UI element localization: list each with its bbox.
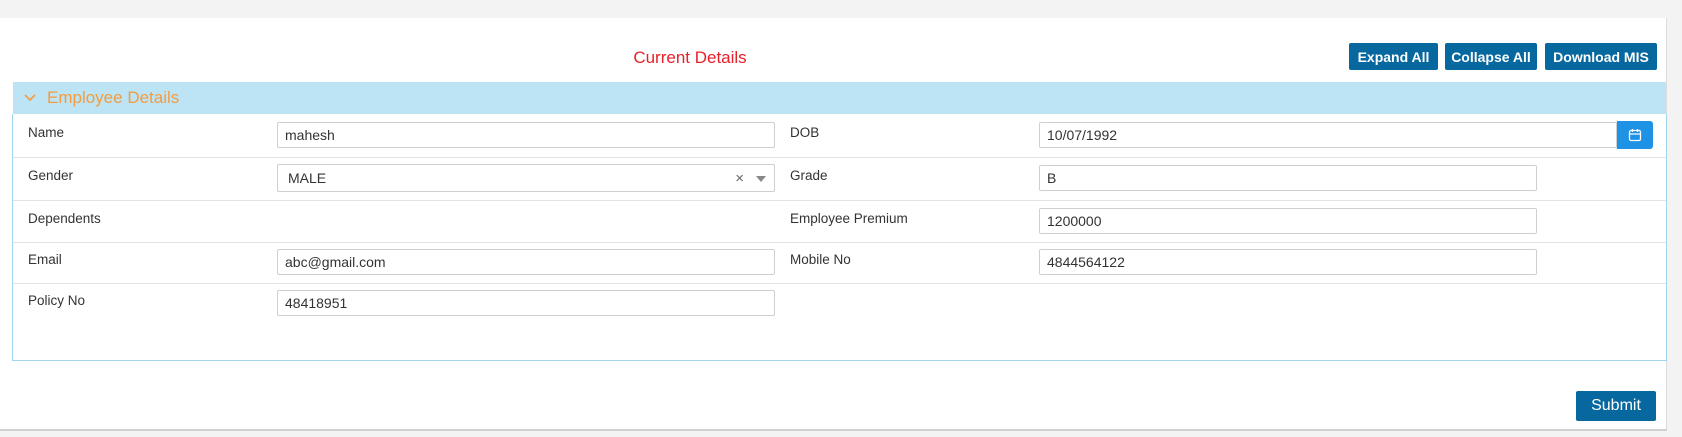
date-picker-button[interactable] (1617, 121, 1653, 149)
email-label: Email (28, 252, 62, 267)
employee-premium-label: Employee Premium (790, 211, 908, 226)
name-label: Name (28, 125, 65, 140)
accordion-title: Employee Details (47, 88, 180, 107)
form-row: Gender MALE × Grade B (13, 157, 1666, 201)
accordion-header-employee-details[interactable]: Employee Details (13, 82, 1666, 114)
dob-label: DOB (790, 125, 820, 140)
collapse-all-button[interactable]: Collapse All (1445, 43, 1537, 70)
form-row: Policy No 48418951 (13, 283, 1666, 325)
email-input[interactable]: abc@gmail.com (277, 249, 775, 275)
mobile-no-label: Mobile No (790, 252, 851, 267)
details-panel: Current Details Expand All Collapse All … (0, 18, 1667, 431)
form-row: Dependents Employee Premium 1200000 (13, 200, 1666, 243)
bottom-strip (0, 431, 1682, 437)
mobile-no-input[interactable]: 4844564122 (1039, 249, 1537, 275)
dependents-label: Dependents (28, 211, 101, 226)
policy-no-label: Policy No (28, 293, 86, 308)
expand-all-button[interactable]: Expand All (1349, 43, 1438, 70)
download-mis-button[interactable]: Download MIS (1545, 43, 1657, 70)
policy-no-input[interactable]: 48418951 (277, 290, 775, 316)
page-title: Current Details (633, 48, 747, 67)
dob-input[interactable]: 10/07/1992 (1039, 122, 1617, 148)
right-strip (1667, 0, 1682, 437)
accordion-body: Name mahesh DOB 10/07/1992 Gender MALE × (12, 114, 1667, 361)
chevron-down-icon[interactable] (23, 91, 37, 105)
grade-label: Grade (790, 168, 828, 183)
caret-down-icon[interactable] (756, 176, 766, 182)
form-row: Name mahesh DOB 10/07/1992 (13, 114, 1666, 158)
form-row: Email abc@gmail.com Mobile No 4844564122 (13, 242, 1666, 284)
grade-input[interactable]: B (1039, 165, 1537, 191)
top-strip (0, 0, 1682, 19)
name-input[interactable]: mahesh (277, 122, 775, 148)
employee-premium-input[interactable]: 1200000 (1039, 208, 1537, 234)
calendar-icon (1628, 129, 1642, 142)
gender-label: Gender (28, 168, 74, 183)
clear-icon[interactable]: × (735, 170, 744, 187)
submit-button[interactable]: Submit (1576, 391, 1656, 421)
gender-selected-value: MALE (288, 170, 327, 186)
gender-select[interactable]: MALE × (277, 164, 775, 192)
